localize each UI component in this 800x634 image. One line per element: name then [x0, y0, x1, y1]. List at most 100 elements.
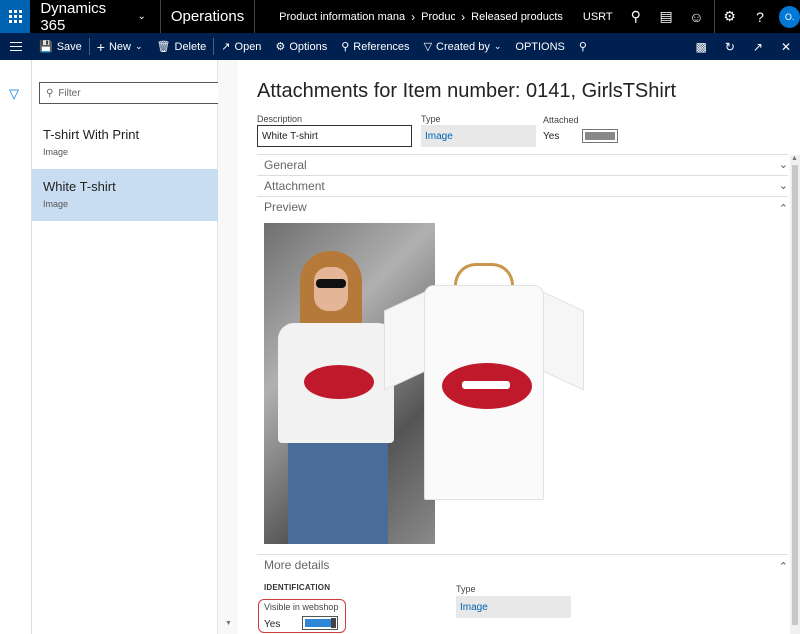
section-more-details-label: More details — [264, 558, 330, 572]
splitter — [218, 60, 238, 634]
description-field[interactable]: White T-shirt — [257, 125, 412, 147]
chevron-down-icon: ⌄ — [778, 159, 788, 171]
waffle-icon — [8, 10, 22, 23]
section-attachment-label: Attachment — [264, 179, 325, 193]
save-icon: 💾 — [39, 41, 53, 53]
search-icon: ⚲ — [578, 41, 587, 53]
new-button[interactable]: + New ⌄ — [90, 33, 150, 60]
page-title: Attachments for Item number: 0141, Girls… — [257, 80, 677, 102]
list-item-selected[interactable]: White T-shirt Image — [32, 169, 218, 221]
breadcrumb-item-module[interactable]: Product information manag — [279, 11, 405, 23]
open-button[interactable]: ↗ Open — [214, 33, 268, 60]
save-button[interactable]: 💾 Save — [32, 33, 89, 60]
left-rail: ▽ — [0, 60, 32, 634]
chevron-up-icon: ⌃ — [778, 203, 788, 215]
open-label: Open — [234, 40, 262, 53]
visible-in-webshop-label: Visible in webshop — [264, 602, 339, 612]
list-item[interactable]: T-shirt With Print Image — [32, 117, 218, 169]
section-attachment[interactable]: Attachment ⌄ — [257, 175, 788, 196]
refresh-icon[interactable]: ↻ — [716, 33, 744, 60]
section-general-label: General — [264, 158, 307, 172]
visible-in-webshop-toggle[interactable] — [302, 616, 338, 630]
save-label: Save — [56, 40, 82, 53]
filter-placeholder: Filter — [58, 87, 81, 99]
attachment-preview-image — [264, 223, 590, 544]
attached-toggle[interactable] — [582, 129, 618, 143]
options-label: Options — [289, 40, 328, 53]
created-by-filter-button[interactable]: ▽ Created by ⌄ — [417, 33, 509, 60]
chevron-right-icon: › — [461, 9, 466, 24]
chevron-up-icon: ⌃ — [778, 561, 788, 573]
filter-pane-icon[interactable]: ▽ — [9, 86, 19, 102]
scroll-up-icon[interactable]: ▲ — [791, 155, 798, 162]
office-icon[interactable]: ▩ — [686, 33, 715, 60]
identification-heading: IDENTIFICATION — [264, 583, 331, 592]
type-label: Type — [421, 114, 441, 124]
filter-icon: ▽ — [423, 41, 433, 53]
attached-label: Attached — [543, 115, 579, 125]
list-item-title: White T-shirt — [43, 179, 116, 194]
scrollbar[interactable]: ▲ — [790, 155, 800, 634]
list-item-type: Image — [43, 199, 69, 209]
app-name[interactable]: Operations — [161, 8, 254, 25]
details-type-field: Image — [456, 596, 571, 618]
delete-button[interactable]: 🗑 Delete — [150, 33, 214, 60]
settings-gear-icon[interactable]: ⚙ — [715, 0, 745, 33]
references-label: References — [353, 40, 410, 53]
chevron-down-icon: ⌄ — [778, 180, 788, 192]
created-by-label: Created by — [436, 40, 490, 53]
app-launcher-button[interactable] — [0, 0, 31, 33]
open-arrow-icon: ↗ — [221, 41, 231, 53]
search-icon[interactable]: ⚲ — [621, 0, 651, 33]
trash-icon: 🗑 — [156, 41, 171, 53]
options-tab-label: OPTIONS — [515, 40, 565, 53]
search-action-button[interactable]: ⚲ — [572, 33, 594, 60]
details-type-label: Type — [456, 584, 476, 594]
toggle-knob — [331, 618, 336, 628]
description-label: Description — [257, 114, 303, 124]
scroll-down-icon[interactable]: ▼ — [225, 620, 232, 627]
gear-icon: ⚙ — [275, 41, 286, 53]
tshirt-product-image — [384, 263, 584, 503]
chevron-down-icon: ⌄ — [493, 41, 502, 51]
section-preview[interactable]: Preview ⌃ — [257, 196, 788, 217]
details-pane: Attachments for Item number: 0141, Girls… — [238, 60, 800, 634]
search-icon: ⚲ — [46, 87, 54, 99]
avatar[interactable]: O. — [779, 5, 800, 28]
company-picker[interactable]: USRT — [583, 11, 613, 23]
filter-input[interactable]: ⚲ Filter — [39, 82, 224, 104]
breadcrumb-item-released-products[interactable]: Released products — [471, 11, 563, 23]
popout-icon[interactable]: ↗ — [744, 33, 772, 60]
chevron-down-icon: ⌄ — [134, 41, 143, 51]
list-item-type: Image — [43, 147, 69, 157]
visible-in-webshop-value: Yes — [264, 619, 281, 630]
section-more-details[interactable]: More details ⌃ — [257, 554, 788, 575]
action-pane: 💾 Save + New ⌄ 🗑 Delete ↗ Open ⚙ Options… — [0, 33, 800, 60]
references-button[interactable]: ⚲ References — [334, 33, 416, 60]
plus-icon: + — [96, 38, 105, 55]
type-field: Image — [421, 125, 536, 147]
new-label: New — [108, 40, 131, 53]
product-switcher[interactable]: Dynamics 365 ⌄ — [30, 0, 146, 34]
search-icon: ⚲ — [341, 41, 350, 53]
message-icon[interactable]: ▤ — [651, 0, 681, 33]
scrollbar-thumb[interactable] — [792, 165, 798, 625]
breadcrumb: Product information manag › Produc › Rel… — [255, 10, 563, 24]
breadcrumb-item-products[interactable]: Produc — [421, 11, 455, 23]
section-preview-label: Preview — [264, 200, 307, 214]
attachment-list-pane: ⚲ Filter T-shirt With Print Image White … — [32, 60, 224, 634]
product-name: Dynamics 365 — [40, 0, 107, 34]
options-button[interactable]: ⚙ Options — [268, 33, 334, 60]
feedback-smiley-icon[interactable]: ☺ — [681, 0, 711, 33]
top-nav-bar: Dynamics 365 ⌄ Operations Product inform… — [0, 0, 800, 34]
help-icon[interactable]: ? — [745, 0, 775, 33]
action-pane-right-tools: ▩ ↻ ↗ ✕ — [686, 33, 800, 60]
list-item-title: T-shirt With Print — [43, 127, 140, 142]
delete-label: Delete — [174, 40, 207, 53]
section-general[interactable]: General ⌄ — [257, 154, 788, 175]
chevron-right-icon: › — [411, 9, 416, 24]
close-icon[interactable]: ✕ — [772, 33, 800, 60]
chevron-down-icon: ⌄ — [137, 11, 146, 22]
navigation-menu-icon[interactable] — [0, 33, 32, 60]
tab-options[interactable]: OPTIONS — [508, 33, 572, 60]
